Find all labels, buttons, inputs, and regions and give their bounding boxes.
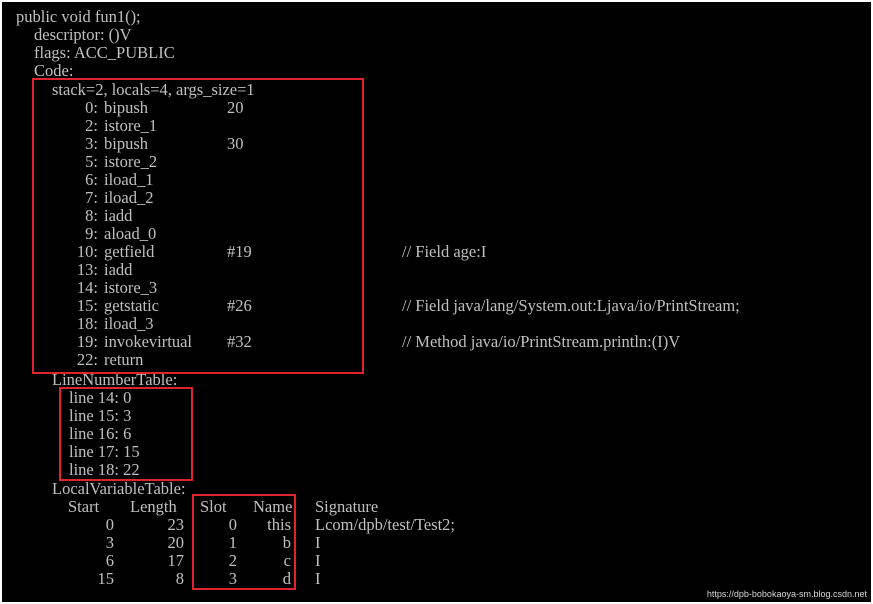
lvt-length: 20 [167,533,185,552]
lvt-length: 8 [175,569,184,588]
terminal-window: public void fun1(); descriptor: ()V flag… [2,2,871,602]
lvt-start: 6 [105,551,114,570]
lvt-start: 0 [105,515,114,534]
descriptor-line: descriptor: ()V [34,25,132,44]
lvt-signature: I [315,551,321,570]
lvt-start: 15 [97,569,115,588]
lvt-header-length: Length [130,497,177,516]
lvt-header-start: Start [68,497,100,516]
method-signature: public void fun1(); [16,7,141,26]
instruction-comment: // Method java/io/PrintStream.println:(I… [402,332,681,351]
watermark: https://dpb-bobokaoya-sm.blog.csdn.net [706,589,867,599]
code-highlight-box [32,78,364,374]
lvt-length: 17 [167,551,185,570]
lvt-header-signature: Signature [315,497,379,516]
lvt-signature: Lcom/dpb/test/Test2; [315,515,455,534]
flags-line: flags: ACC_PUBLIC [34,43,175,62]
line-number-highlight-box [59,387,193,481]
lvt-start: 3 [105,533,114,552]
lvt-signature: I [315,569,321,588]
local-variable-table-title: LocalVariableTable: [52,479,186,498]
lvt-length: 23 [167,515,185,534]
instruction-comment: // Field age:I [402,242,487,261]
instruction-comment: // Field java/lang/System.out:Ljava/io/P… [402,296,740,315]
lvt-signature: I [315,533,321,552]
slot-name-highlight-box [192,494,296,590]
